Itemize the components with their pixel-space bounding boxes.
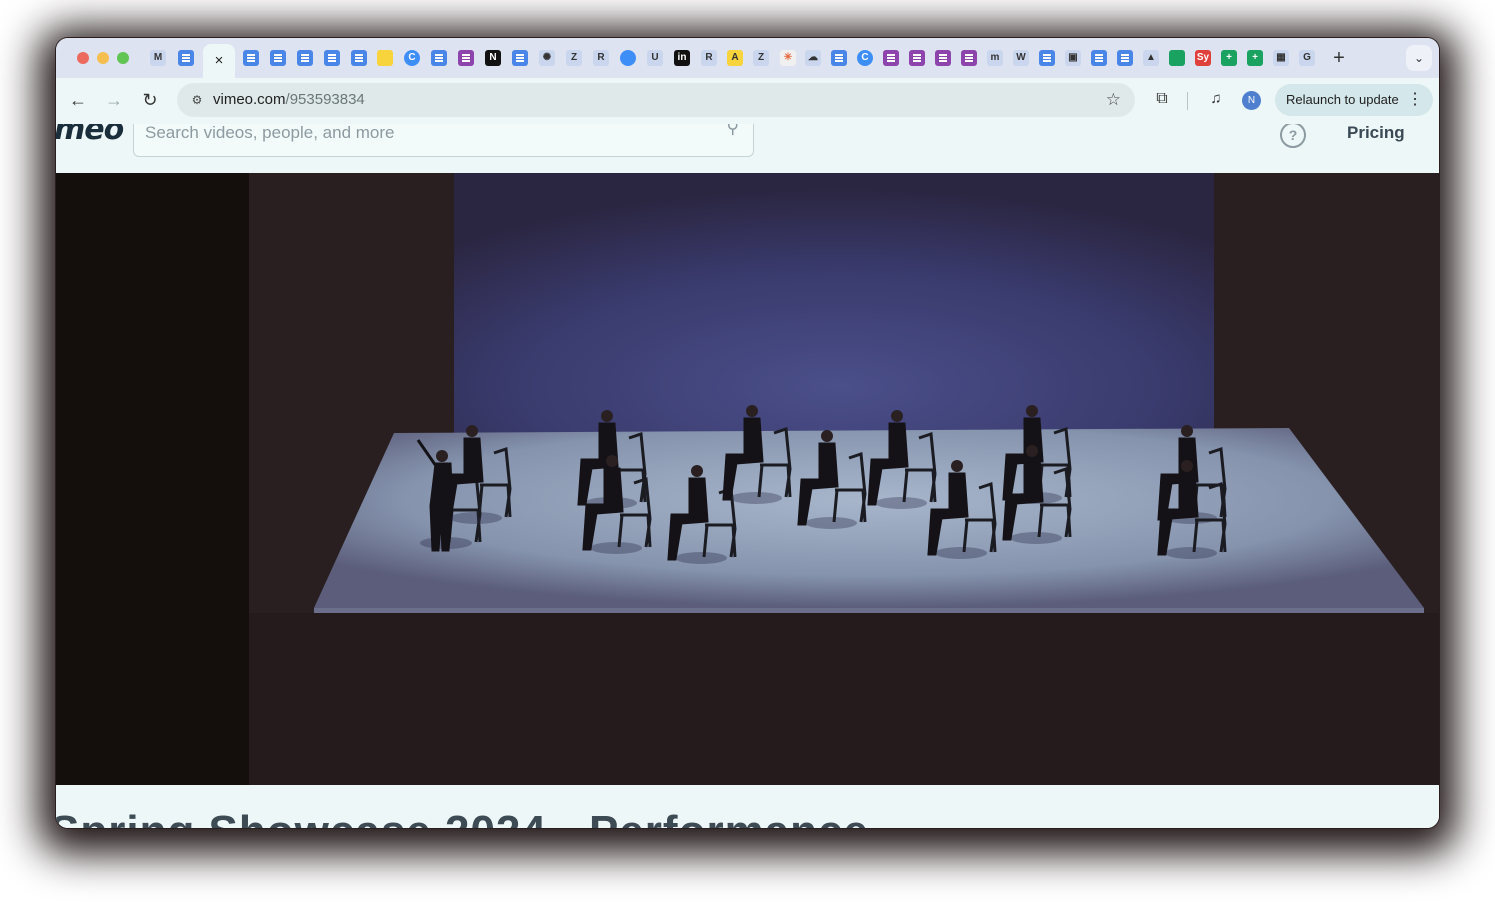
tab-favicon-google-docs-icon[interactable] <box>831 50 847 66</box>
video-letterbox <box>56 173 249 785</box>
tab-favicon-site-icon[interactable]: R <box>701 50 717 66</box>
bookmark-star-icon[interactable]: ☆ <box>1106 91 1121 109</box>
tab-favicon-google-docs-icon[interactable] <box>178 50 194 66</box>
url-text[interactable]: vimeo.com/953593834 <box>213 92 365 108</box>
profile-avatar[interactable]: N <box>1242 91 1261 110</box>
tab-favicon-linkedin-icon[interactable]: in <box>674 50 690 66</box>
tab-active[interactable]: × <box>203 44 235 78</box>
more-menu-icon[interactable]: ⋮ <box>1407 91 1423 109</box>
tab-favicon-wix-icon[interactable]: W <box>1013 50 1029 66</box>
browser-window: M C N ✺ Z R Uin R A Z ✳ ☁ Cm W ▣ ▲ Sy + + ▦ G × + ⌄ ← → ↻ ⚙ … <box>56 38 1439 828</box>
url-path: /953593834 <box>285 91 365 108</box>
reload-icon: ↻ <box>142 90 158 110</box>
tab-favicon-claude-icon[interactable]: ✳ <box>780 50 796 66</box>
tab-favicon-site-icon[interactable] <box>883 50 899 66</box>
help-icon[interactable]: ? <box>1280 124 1306 148</box>
relaunch-label: Relaunch to update <box>1286 92 1399 107</box>
tab-favicon-zara-icon[interactable]: Z <box>566 50 582 66</box>
window-maximize-button[interactable] <box>117 52 129 64</box>
close-tab-icon[interactable]: × <box>203 52 235 70</box>
tab-favicon-urban-outfitters-icon[interactable]: U <box>647 50 663 66</box>
tab-search-button[interactable]: ⌄ <box>1406 45 1432 71</box>
tab-favicon-site-icon[interactable] <box>1169 50 1185 66</box>
tab-favicon-site-icon[interactable]: m <box>987 50 1003 66</box>
tab-favicon-forms-icon[interactable] <box>458 50 474 66</box>
tab-favicon-google-docs-icon[interactable] <box>270 50 286 66</box>
tab-favicon-site-icon[interactable] <box>909 50 925 66</box>
tab-favicon-forms-icon[interactable] <box>935 50 951 66</box>
new-tab-button[interactable]: + <box>1329 48 1349 68</box>
tab-favicon-google-docs-icon[interactable] <box>431 50 447 66</box>
reload-button[interactable]: ↻ <box>138 88 162 112</box>
tab-favicon-site-icon[interactable]: ▦ <box>1273 50 1289 66</box>
search-placeholder: Search videos, people, and more <box>145 124 395 142</box>
arrow-right-icon: → <box>105 90 123 110</box>
tab-favicon-forms-icon[interactable] <box>961 50 977 66</box>
tab-favicon-google-icon[interactable]: G <box>1299 50 1315 66</box>
relaunch-button[interactable]: Relaunch to update ⋮ <box>1275 84 1433 116</box>
tab-favicon-site-icon[interactable]: Sy <box>1195 50 1211 66</box>
tab-favicon-google-sheets-icon[interactable]: + <box>1221 50 1237 66</box>
toolbar-divider <box>1187 92 1188 110</box>
stage-scene-image <box>249 173 1439 785</box>
search-input[interactable]: Search videos, people, and more ⚲ <box>133 124 754 157</box>
window-minimize-button[interactable] <box>97 52 109 64</box>
video-player[interactable] <box>56 173 1439 785</box>
tab-favicon-site-icon[interactable]: ▣ <box>1065 50 1081 66</box>
tab-favicon-google-drive-icon[interactable]: ▲ <box>1143 50 1159 66</box>
tab-favicon-google-docs-icon[interactable] <box>297 50 313 66</box>
video-title: Spring Showcase 2024 - Performance <box>56 807 869 828</box>
tab-favicon-site-icon[interactable]: C <box>404 50 420 66</box>
tab-favicon-gmail-icon[interactable]: M <box>150 50 166 66</box>
tab-favicon-google-docs-icon[interactable] <box>512 50 528 66</box>
tab-favicon-openai-icon[interactable]: ✺ <box>539 50 555 66</box>
tab-favicon-google-sheets-icon[interactable]: + <box>1247 50 1263 66</box>
tab-favicon-google-docs-icon[interactable] <box>324 50 340 66</box>
vimeo-header: meo Search videos, people, and more ⚲ ? … <box>56 124 1439 173</box>
tab-favicon-google-docs-icon[interactable] <box>1039 50 1055 66</box>
tab-favicon-site-icon[interactable]: Z <box>753 50 769 66</box>
pricing-link[interactable]: Pricing <box>1347 124 1405 143</box>
tab-favicon-notion-icon[interactable]: N <box>485 50 501 66</box>
forward-button[interactable]: → <box>102 88 126 112</box>
tab-favicon-keep-icon[interactable] <box>377 50 393 66</box>
tab-favicon-cloud-icon[interactable]: ☁ <box>805 50 821 66</box>
tab-favicon-site-icon[interactable]: R <box>593 50 609 66</box>
arrow-left-icon: ← <box>69 90 87 110</box>
tab-favicon-google-docs-icon[interactable] <box>1091 50 1107 66</box>
media-controls-icon[interactable]: ♫ <box>1206 89 1226 109</box>
site-info-icon[interactable]: ⚙ <box>189 92 205 108</box>
chevron-down-icon: ⌄ <box>1413 51 1425 65</box>
tab-favicon-google-docs-icon[interactable] <box>1117 50 1133 66</box>
address-bar[interactable]: ⚙ vimeo.com/953593834 ☆ <box>177 83 1135 117</box>
url-host: vimeo.com <box>213 91 286 108</box>
tab-favicon-site-icon[interactable] <box>620 50 636 66</box>
extensions-puzzle-icon[interactable]: ⧉ <box>1152 89 1172 109</box>
tab-favicon-google-docs-icon[interactable] <box>243 50 259 66</box>
tab-favicon-google-docs-icon[interactable] <box>351 50 367 66</box>
vimeo-logo[interactable]: meo <box>56 124 124 147</box>
tab-favicon-site-icon[interactable]: A <box>727 50 743 66</box>
tab-favicon-site-icon[interactable]: C <box>857 50 873 66</box>
back-button[interactable]: ← <box>66 88 90 112</box>
window-close-button[interactable] <box>77 52 89 64</box>
video-frame[interactable] <box>249 173 1439 785</box>
tab-strip: M C N ✺ Z R Uin R A Z ✳ ☁ Cm W ▣ ▲ Sy + + ▦ G × + ⌄ <box>56 38 1439 78</box>
search-icon[interactable]: ⚲ <box>727 124 739 138</box>
video-info: Spring Showcase 2024 - Performance <box>56 785 1439 828</box>
browser-toolbar: ← → ↻ ⚙ vimeo.com/953593834 ☆ ⧉ ♫ N Rela… <box>56 78 1439 124</box>
